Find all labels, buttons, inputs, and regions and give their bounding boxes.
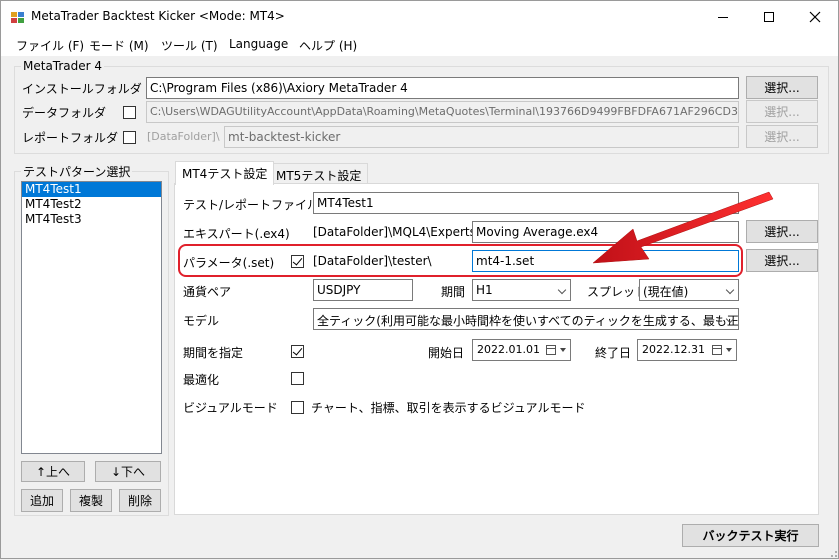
annotation-arrow-icon — [592, 191, 774, 264]
run-backtest-button[interactable]: バックテスト実行 — [682, 524, 819, 547]
main-window: MetaTrader Backtest Kicker <Mode: MT4> フ… — [0, 0, 839, 559]
resize-grip-icon[interactable] — [826, 546, 838, 558]
tab-mt4-settings[interactable]: MT4テスト設定 — [175, 161, 275, 185]
